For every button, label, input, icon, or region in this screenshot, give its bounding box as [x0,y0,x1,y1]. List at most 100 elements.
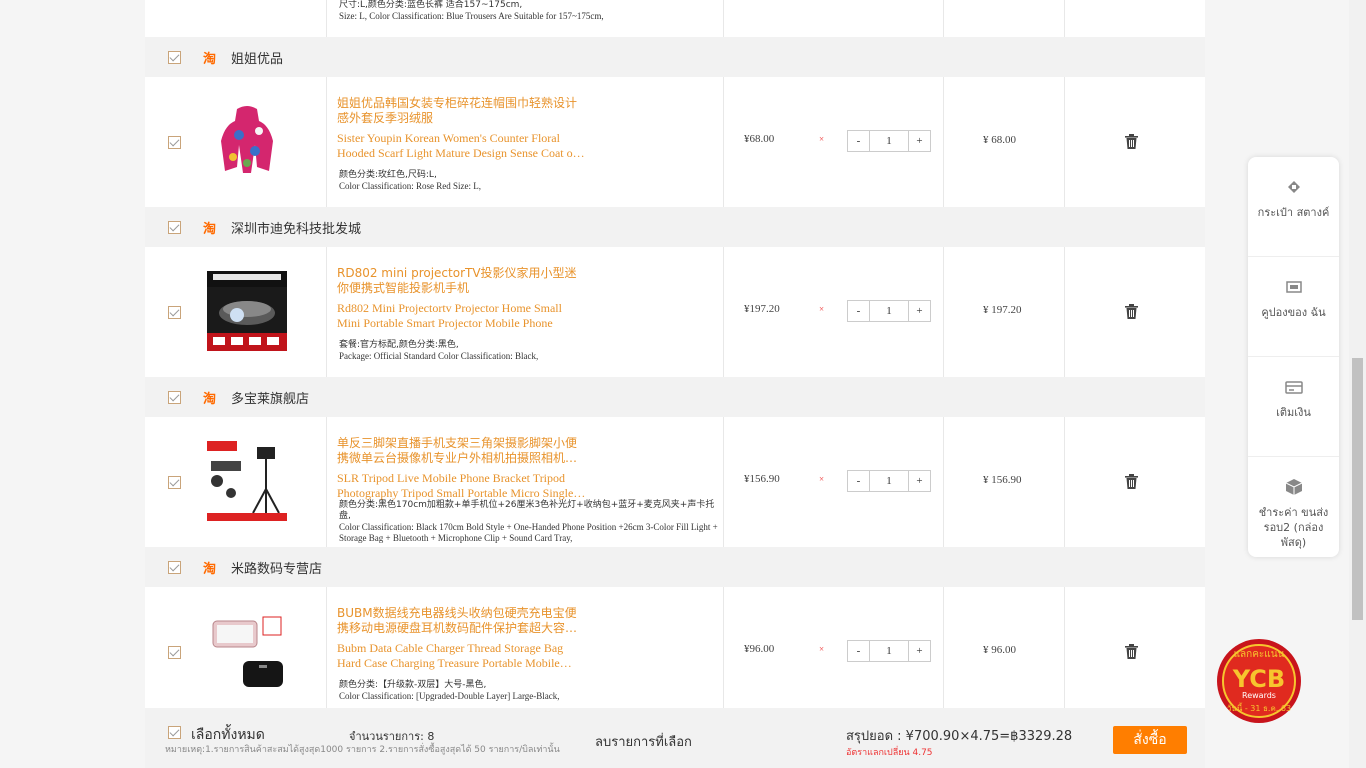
shop-header: 淘 米路数码专营店 [145,547,1205,587]
sidebar-item-wallet[interactable]: กระเป๋า สตางค์ [1248,157,1339,257]
product-thumbnail[interactable] [207,101,287,181]
quantity-input[interactable]: 1 [869,641,909,661]
sidebar-item-topup[interactable]: เติมเงิน [1248,357,1339,457]
product-title-en[interactable]: Rd802 Mini Projectortv Projector Home Sm… [337,301,587,331]
line-total: ¥ 156.90 [983,474,1022,486]
spec-en: Color Classification: Black 170cm Bold S… [339,522,718,543]
right-sidebar: กระเป๋า สตางค์ คูปองของ ฉัน เติมเงิน ชำร… [1248,157,1339,557]
product-title-cn[interactable]: 单反三脚架直播手机支架三角架摄影脚架小便携微单云台摄像机专业户外相机拍摄照相机… [337,436,582,466]
trash-icon[interactable] [1125,474,1138,489]
scrollbar-thumb[interactable] [1352,358,1363,620]
item-checkbox[interactable] [168,136,181,149]
multiply-icon: × [819,134,825,144]
increase-button[interactable]: + [909,471,930,491]
badge-sub-text: Rewards [1242,691,1276,700]
rewards-badge[interactable]: แลกคะแนน YCB Rewards วันนี้ - 31 ธ.ค. 63 [1213,637,1305,723]
increase-button[interactable]: + [909,301,930,321]
taobao-logo-icon: 淘 [203,221,217,237]
increase-button[interactable]: + [909,641,930,661]
shop-checkbox[interactable] [168,390,181,404]
decrease-button[interactable]: - [848,641,869,661]
product-thumbnail[interactable] [207,0,287,7]
taobao-logo-icon: 淘 [203,391,217,407]
sidebar-item-label: ชำระค่า ขนส่ง รอบ2 (กล่องพัสดุ) [1258,506,1329,549]
product-title-en[interactable]: Sister Youpin Korean Women's Counter Flo… [337,131,587,161]
product-title-en[interactable]: SLR Tripod Live Mobile Phone Bracket Tri… [337,471,587,501]
cart-item-partial: 尺寸:L,颜色分类:蓝色长裤 适合157~175cm, Size: L, Col… [145,0,1205,37]
decrease-button[interactable]: - [848,471,869,491]
product-title-cn[interactable]: BUBM数据线充电器线头收纳包硬壳充电宝便携移动电源硬盘耳机数码配件保护套超大容… [337,606,582,636]
cart-item: 单反三脚架直播手机支架三角架摄影脚架小便携微单云台摄像机专业户外相机拍摄照相机…… [145,417,1205,547]
multiply-icon: × [819,304,825,314]
line-total: ¥ 197.20 [983,304,1022,316]
product-thumbnail[interactable] [207,611,287,691]
shop-name[interactable]: 米路数码专营店 [231,558,322,577]
delete-selected-link[interactable]: ลบรายการที่เลือก [595,731,692,752]
quantity-input[interactable]: 1 [869,471,909,491]
line-total: ¥ 68.00 [983,134,1016,146]
spec-cn: 颜色分类:黑色170cm加粗款+单手机位+26厘米3色补光灯+收纳包+蓝牙+麦克… [339,500,715,521]
item-checkbox[interactable] [168,306,181,319]
product-title-cn[interactable]: RD802 mini projectorTV投影仪家用小型迷你便携式智能投影机手… [337,266,582,296]
sidebar-item-label: กระเป๋า สตางค์ [1257,206,1330,219]
spec-cn: 颜色分类:玫红色,尺码:L, [339,170,437,180]
multiply-icon: × [819,644,825,654]
exchange-rate: อัตราแลกเปลี่ยน 4.75 [846,748,933,758]
item-checkbox[interactable] [168,476,181,489]
product-thumbnail[interactable] [207,441,287,521]
increase-button[interactable]: + [909,131,930,151]
quantity-stepper: - 1 + [847,300,931,322]
spec-en: Size: L, Color Classification: Blue Trou… [339,11,604,21]
shop-name[interactable]: 姐姐优品 [231,48,283,67]
quantity-stepper: - 1 + [847,640,931,662]
trash-icon[interactable] [1125,134,1138,149]
spec-en: Color Classification: [Upgraded-Double L… [339,691,560,701]
wallet-icon [1287,181,1300,193]
spec-cn: 颜色分类:【升级款-双层】大号-黑色, [339,680,487,690]
item-checkbox[interactable] [168,646,181,659]
topup-icon [1284,381,1303,394]
badge-bottom-text: วันนี้ - 31 ธ.ค. 63 [1227,702,1291,713]
spec-en: Package: Official Standard Color Classif… [339,351,539,361]
cart-panel: 尺寸:L,颜色分类:蓝色长裤 适合157~175cm, Size: L, Col… [145,0,1205,768]
unit-price: ¥156.90 [744,473,780,485]
quantity-stepper: - 1 + [847,130,931,152]
product-title-cn[interactable]: 姐姐优品韩国女装专柜碎花连帽围巾轻熟设计感外套反季羽绒服 [337,96,582,126]
badge-top-text: แลกคะแนน [1234,649,1285,660]
trash-icon[interactable] [1125,644,1138,659]
select-all-checkbox[interactable] [168,726,181,739]
sidebar-item-coupons[interactable]: คูปองของ ฉัน [1248,257,1339,357]
shop-checkbox[interactable] [168,560,181,574]
shop-checkbox[interactable] [168,50,181,64]
product-title-en[interactable]: Bubm Data Cable Charger Thread Storage B… [337,641,587,671]
badge-main-text: YCB [1232,665,1285,693]
decrease-button[interactable]: - [848,131,869,151]
quantity-input[interactable]: 1 [869,301,909,321]
taobao-logo-icon: 淘 [203,51,217,67]
shop-name[interactable]: 深圳市迪免科技批发城 [231,218,361,237]
shop-header: 淘 深圳市迪免科技批发城 [145,207,1205,247]
trash-icon[interactable] [1125,304,1138,319]
shop-name[interactable]: 多宝莱旗舰店 [231,388,309,407]
taobao-logo-icon: 淘 [203,561,217,577]
spec-en: Color Classification: Rose Red Size: L, [339,181,481,191]
shop-header: 淘 姐姐优品 [145,37,1205,77]
item-count: จำนวนรายการ: 8 [349,730,435,743]
sidebar-item-label: เติมเงิน [1276,406,1311,419]
cart-item: 姐姐优品韩国女装专柜碎花连帽围巾轻熟设计感外套反季羽绒服 Sister Youp… [145,77,1205,207]
sidebar-item-shipping[interactable]: ชำระค่า ขนส่ง รอบ2 (กล่องพัสดุ) [1248,457,1339,557]
unit-price: ¥68.00 [744,133,775,145]
sidebar-item-label: คูปองของ ฉัน [1261,306,1326,319]
multiply-icon: × [819,474,825,484]
decrease-button[interactable]: - [848,301,869,321]
cart-footer: เลือกทั้งหมด หมายเหตุ:1.รายการสินค้าสะสม… [145,708,1205,768]
box-icon [1285,479,1302,495]
shop-header: 淘 多宝莱旗舰店 [145,377,1205,417]
order-button[interactable]: สั่งซื้อ [1113,726,1187,754]
cart-item: BUBM数据线充电器线头收纳包硬壳充电宝便携移动电源硬盘耳机数码配件保护套超大容… [145,587,1205,717]
quantity-input[interactable]: 1 [869,131,909,151]
unit-price: ¥197.20 [744,303,780,315]
spec-cn: 尺寸:L,颜色分类:蓝色长裤 适合157~175cm, [339,0,523,10]
shop-checkbox[interactable] [168,220,181,234]
product-thumbnail[interactable] [207,271,287,351]
